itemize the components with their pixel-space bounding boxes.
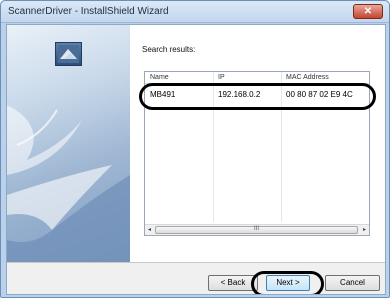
window-title: ScannerDriver - InstallShield Wizard	[8, 6, 169, 17]
close-icon: ✕	[363, 6, 373, 17]
installshield-window: ScannerDriver - InstallShield Wizard ✕ S	[0, 0, 390, 298]
next-highlight-annotation	[251, 271, 324, 294]
scrollbar-grip-icon: III	[254, 226, 260, 232]
horizontal-scrollbar[interactable]: ◂ III ▸	[145, 224, 369, 235]
column-header-ip[interactable]: IP	[218, 74, 225, 81]
scroll-right-icon[interactable]: ▸	[360, 226, 369, 234]
title-bar[interactable]: ScannerDriver - InstallShield Wizard ✕	[1, 1, 389, 23]
row-highlight-annotation	[139, 83, 376, 110]
scroll-left-icon[interactable]: ◂	[145, 226, 154, 234]
installshield-logo-icon	[55, 42, 82, 66]
cancel-button[interactable]: Cancel	[325, 275, 380, 291]
button-bar: < Back Next > Cancel	[7, 262, 385, 294]
wizard-content: Search results: Name IP MAC Address MB49…	[130, 25, 385, 262]
column-header-name[interactable]: Name	[150, 74, 169, 81]
wizard-side-banner	[7, 25, 130, 262]
column-header-mac[interactable]: MAC Address	[286, 74, 329, 81]
scrollbar-thumb[interactable]: III	[155, 226, 358, 234]
close-button[interactable]: ✕	[353, 4, 383, 19]
wizard-body: Search results: Name IP MAC Address MB49…	[6, 24, 386, 295]
search-results-label: Search results:	[142, 45, 196, 54]
